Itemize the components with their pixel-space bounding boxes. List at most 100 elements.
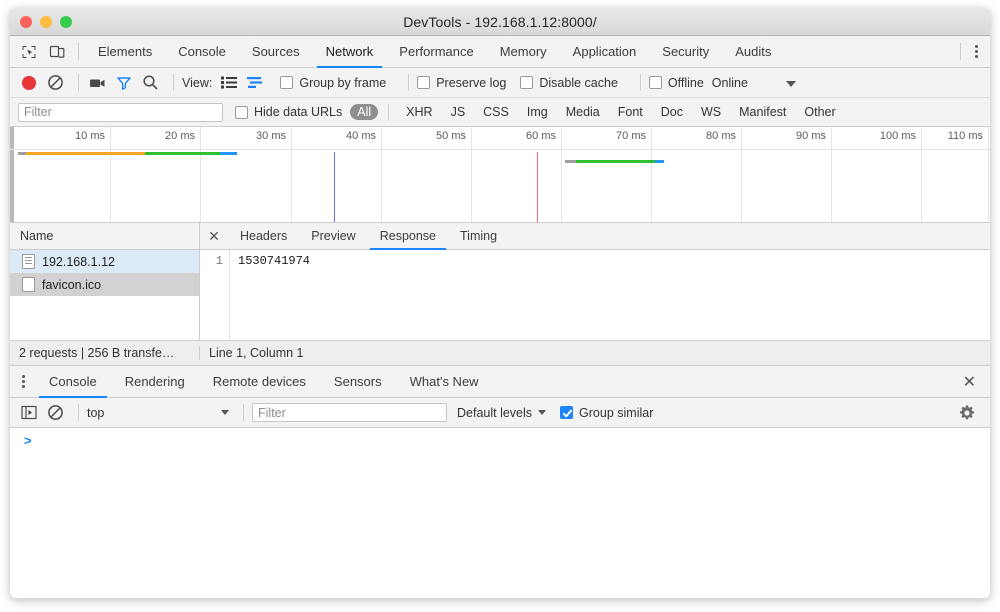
type-filter-manifest[interactable]: Manifest [732, 104, 793, 120]
waterfall-view-icon[interactable] [244, 72, 266, 94]
group-similar-label: Group similar [579, 406, 653, 420]
request-name: 192.168.1.12 [42, 255, 115, 269]
disable-cache-checkbox[interactable]: Disable cache [520, 76, 618, 90]
chevron-down-icon[interactable] [786, 76, 796, 90]
drawer-tab-console[interactable]: Console [35, 366, 111, 397]
network-overview-timeline[interactable]: 10 ms20 ms30 ms40 ms50 ms60 ms70 ms80 ms… [10, 127, 990, 223]
requests-list: 192.168.1.12 favicon.ico [10, 250, 199, 340]
overview-left-handle[interactable] [10, 127, 14, 222]
type-filter-js[interactable]: JS [444, 104, 473, 120]
overview-tick-label: 20 ms [165, 130, 200, 142]
details-tab-headers[interactable]: Headers [228, 223, 299, 249]
tab-memory[interactable]: Memory [487, 36, 560, 67]
details-tab-response[interactable]: Response [368, 223, 448, 249]
inspect-element-icon[interactable] [20, 43, 38, 61]
type-filter-img[interactable]: Img [520, 104, 555, 120]
close-icon[interactable]: ✕ [200, 223, 228, 249]
type-filter-other[interactable]: Other [797, 104, 842, 120]
overview-gridline [988, 127, 989, 222]
hide-data-urls-checkbox[interactable]: Hide data URLs [235, 105, 342, 119]
clear-icon[interactable] [44, 72, 66, 94]
console-toolbar: top Default levels Group similar [10, 398, 990, 428]
overview-tick-label: 40 ms [346, 130, 381, 142]
filter-funnel-icon[interactable] [113, 72, 135, 94]
checkbox-box [520, 76, 533, 89]
console-prompt[interactable]: > [10, 428, 990, 448]
details-tab-preview[interactable]: Preview [299, 223, 367, 249]
filter-separator [388, 104, 389, 121]
search-icon[interactable] [139, 72, 161, 94]
toggle-device-toolbar-icon[interactable] [48, 43, 66, 61]
more-tools-kebab-icon[interactable] [10, 366, 35, 397]
throttling-value[interactable]: Online [712, 76, 748, 90]
record-button-icon[interactable] [18, 72, 40, 94]
tab-label: Performance [399, 44, 473, 59]
tab-audits[interactable]: Audits [722, 36, 784, 67]
tab-security[interactable]: Security [649, 36, 722, 67]
type-filter-xhr[interactable]: XHR [399, 104, 439, 120]
tab-network[interactable]: Network [313, 36, 387, 67]
console-separator [78, 404, 79, 421]
overview-gridline [291, 127, 292, 222]
type-filter-doc[interactable]: Doc [654, 104, 690, 120]
gear-icon[interactable] [958, 404, 982, 422]
tab-sources[interactable]: Sources [239, 36, 313, 67]
type-filter-font[interactable]: Font [611, 104, 650, 120]
checkbox-box [235, 106, 248, 119]
type-filter-media[interactable]: Media [559, 104, 607, 120]
tab-application[interactable]: Application [560, 36, 650, 67]
tab-label: Console [178, 44, 226, 59]
console-separator-2 [243, 404, 244, 421]
overview-request-bar-segment [655, 160, 664, 163]
overview-request-bar-segment [26, 152, 145, 155]
type-filter-ws[interactable]: WS [694, 104, 728, 120]
overview-gridline [110, 127, 111, 222]
overview-gridline [200, 127, 201, 222]
group-by-frame-label: Group by frame [299, 76, 386, 90]
disable-cache-label: Disable cache [539, 76, 618, 90]
clear-console-icon[interactable] [44, 402, 66, 424]
group-similar-checkbox[interactable]: Group similar [560, 406, 653, 420]
preserve-log-label: Preserve log [436, 76, 506, 90]
overview-gridline [471, 127, 472, 222]
chevron-down-icon [538, 410, 546, 415]
console-filter-input[interactable] [252, 403, 447, 422]
tab-label: Sources [252, 44, 300, 59]
drawer-tab-rendering[interactable]: Rendering [111, 366, 199, 397]
window-title: DevTools - 192.168.1.12:8000/ [10, 14, 990, 30]
load-marker [537, 152, 538, 222]
drawer-tab-bar: Console Rendering Remote devices Sensors… [10, 366, 990, 398]
execution-context-select[interactable]: top [87, 406, 235, 420]
console-output-area[interactable]: > [10, 428, 990, 574]
more-options-kebab-icon[interactable] [967, 36, 990, 67]
type-filter-all[interactable]: All [350, 104, 378, 120]
tab-elements[interactable]: Elements [85, 36, 165, 67]
tab-performance[interactable]: Performance [386, 36, 486, 67]
overview-divider [10, 149, 990, 150]
checkbox-box [280, 76, 293, 89]
tabbar-separator [78, 43, 79, 60]
drawer-tab-remote-devices[interactable]: Remote devices [199, 366, 320, 397]
drawer-tab-sensors[interactable]: Sensors [320, 366, 396, 397]
overview-gridline [831, 127, 832, 222]
response-content[interactable]: 1530741974 [230, 250, 310, 340]
preserve-log-checkbox[interactable]: Preserve log [417, 76, 506, 90]
log-levels-select[interactable]: Default levels [457, 406, 546, 420]
tab-console[interactable]: Console [165, 36, 239, 67]
camera-icon[interactable] [87, 72, 109, 94]
close-drawer-icon[interactable]: ✕ [949, 366, 990, 397]
drawer-tab-whats-new[interactable]: What's New [396, 366, 493, 397]
network-status-bar: 2 requests | 256 B transfe… Line 1, Colu… [10, 341, 990, 366]
list-view-icon[interactable] [218, 72, 240, 94]
request-row-1[interactable]: 192.168.1.12 [10, 250, 199, 273]
filter-input[interactable] [18, 103, 223, 122]
console-sidebar-icon[interactable] [18, 402, 40, 424]
type-filter-css[interactable]: CSS [476, 104, 516, 120]
document-icon [22, 254, 35, 269]
requests-column-header[interactable]: Name [10, 223, 199, 250]
offline-checkbox[interactable]: Offline [649, 76, 704, 90]
request-row-2[interactable]: favicon.ico [10, 273, 199, 296]
group-by-frame-checkbox[interactable]: Group by frame [280, 76, 386, 90]
network-split-view: Name 192.168.1.12 favicon.ico ✕ Headers … [10, 223, 990, 341]
details-tab-timing[interactable]: Timing [448, 223, 509, 249]
